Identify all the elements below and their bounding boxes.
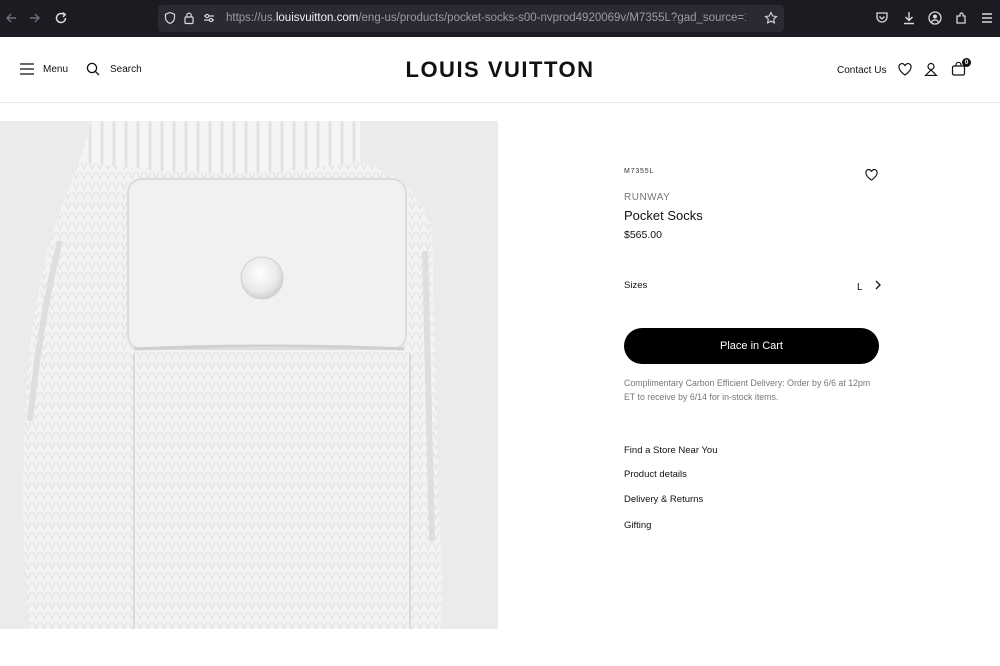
gifting-link[interactable]: Gifting <box>624 520 651 531</box>
user-icon <box>924 62 938 76</box>
selected-size: L <box>857 282 863 293</box>
heart-icon <box>898 63 912 76</box>
back-icon[interactable] <box>2 9 20 27</box>
reload-icon[interactable] <box>52 9 70 27</box>
contact-us-link[interactable]: Contact Us <box>837 65 886 76</box>
place-in-cart-button[interactable]: Place in Cart <box>624 328 879 364</box>
pocket-icon[interactable] <box>874 10 890 26</box>
chevron-right-icon <box>875 280 881 290</box>
product-sku: M7355L <box>624 168 655 175</box>
permissions-icon[interactable] <box>202 11 216 25</box>
sizes-label: Sizes <box>624 280 648 291</box>
url-path: /eng-us/products/pocket-socks-s00-nvprod… <box>358 12 746 24</box>
account-icon[interactable] <box>927 10 943 26</box>
contact-label: Contact Us <box>837 65 887 76</box>
product-category: RUNWAY <box>624 192 671 203</box>
url-text[interactable]: https://us.louisvuitton.com/eng-us/produ… <box>226 12 746 24</box>
address-bar[interactable]: https://us.louisvuitton.com/eng-us/produ… <box>158 5 784 32</box>
cart-button[interactable]: 0 <box>951 58 971 76</box>
browser-toolbar: https://us.louisvuitton.com/eng-us/produ… <box>0 0 1000 37</box>
account-button[interactable] <box>924 62 938 76</box>
product-name: Pocket Socks <box>624 208 703 223</box>
lock-icon[interactable] <box>182 11 196 25</box>
site-header: Menu Search LOUIS VUITTON Contact Us 0 <box>0 37 1000 103</box>
sock-illustration <box>0 121 498 629</box>
forward-icon[interactable] <box>26 9 44 27</box>
product-image[interactable] <box>0 121 498 629</box>
url-prefix: https://us. <box>226 12 276 24</box>
delivery-returns-link[interactable]: Delivery & Returns <box>624 494 703 505</box>
product-details-link[interactable]: Product details <box>624 469 687 480</box>
download-icon[interactable] <box>901 10 917 26</box>
add-to-wishlist-button[interactable] <box>865 168 878 186</box>
shield-icon[interactable] <box>163 11 177 25</box>
star-icon[interactable] <box>764 11 778 25</box>
product-price: $565.00 <box>624 229 662 241</box>
extensions-icon[interactable] <box>953 10 969 26</box>
url-domain: louisvuitton.com <box>275 12 359 24</box>
delivery-note: Complimentary Carbon Efficient Delivery:… <box>624 378 871 402</box>
find-store-link[interactable]: Find a Store Near You <box>624 445 717 456</box>
heart-icon <box>865 168 878 181</box>
wishlist-button[interactable] <box>898 63 912 76</box>
size-selector[interactable]: L <box>857 280 882 293</box>
cart-count-badge: 0 <box>962 58 971 67</box>
app-menu-icon[interactable] <box>979 10 995 26</box>
